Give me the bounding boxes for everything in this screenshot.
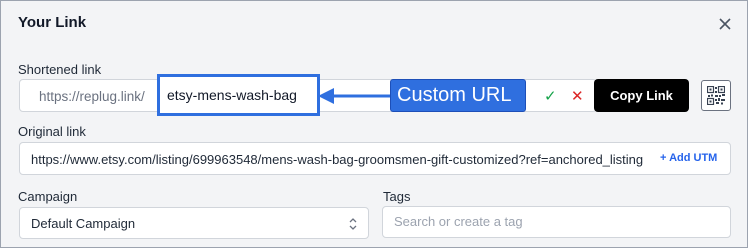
custom-url-callout: Custom URL [390,79,526,112]
check-icon[interactable]: ✓ [544,87,557,105]
copy-link-button[interactable]: Copy Link [594,79,689,112]
qr-code-icon[interactable] [701,80,731,111]
campaign-label: Campaign [18,189,78,204]
your-link-modal: Your Link Shortened link https://replug.… [0,0,748,248]
tags-input[interactable]: Search or create a tag [382,206,731,238]
campaign-select[interactable]: Default Campaign [19,207,369,239]
custom-slug-input[interactable]: etsy-mens-wash-bag [157,74,320,116]
callout-arrow [318,88,390,104]
original-link-value: https://www.etsy.com/listing/699963548/m… [31,152,644,167]
shortened-link-label: Shortened link [18,62,102,77]
add-utm-button[interactable]: + Add UTM [660,152,717,164]
tags-label: Tags [383,189,411,204]
tags-placeholder: Search or create a tag [394,214,523,229]
custom-slug-value: etsy-mens-wash-bag [167,87,297,103]
domain-prefix: https://replug.link/ [39,89,145,104]
modal-title: Your Link [18,14,87,31]
original-link-input[interactable]: https://www.etsy.com/listing/699963548/m… [19,142,731,175]
x-icon[interactable]: ✕ [571,87,584,105]
close-icon[interactable] [714,13,736,35]
original-link-label: Original link [18,124,86,139]
campaign-selected-value: Default Campaign [31,216,136,231]
chevron-updown-icon [349,218,357,230]
